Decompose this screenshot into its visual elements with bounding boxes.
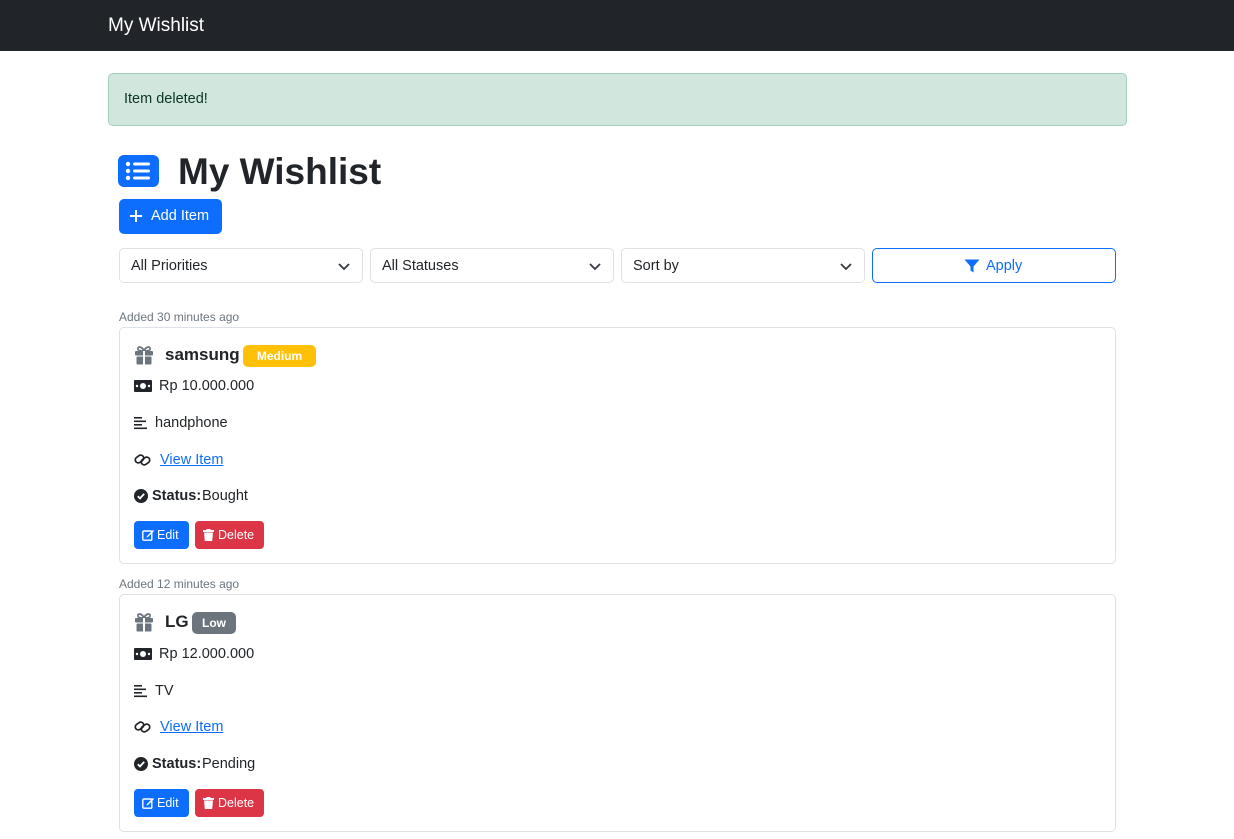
item-description: TV — [155, 683, 174, 699]
priority-filter-value: All Priorities — [131, 258, 208, 274]
item-status: Bought — [202, 488, 248, 504]
item-status: Pending — [202, 756, 256, 772]
edit-button[interactable]: Edit — [134, 521, 189, 549]
edit-icon — [142, 530, 154, 541]
status-filter-value: All Statuses — [382, 258, 459, 274]
plus-icon — [130, 210, 142, 222]
apply-filter-button[interactable]: Apply — [872, 248, 1116, 283]
chevron-down-icon — [840, 263, 852, 271]
priority-badge: Low — [192, 612, 236, 634]
edit-label: Edit — [157, 796, 179, 810]
success-alert: Item deleted! — [108, 73, 1127, 126]
apply-label: Apply — [986, 258, 1023, 274]
priority-filter-select[interactable]: All Priorities — [119, 248, 363, 283]
delete-button[interactable]: Delete — [195, 521, 264, 549]
trash-icon — [203, 797, 214, 809]
sort-select[interactable]: Sort by — [621, 248, 865, 283]
item-added-time: Added 12 minutes ago — [119, 577, 240, 591]
wishlist-item-card: LG Low Rp 12.000.000 TV View Item Status… — [119, 594, 1116, 832]
view-item-link[interactable]: View Item — [160, 452, 223, 469]
item-price: Rp 12.000.000 — [159, 646, 255, 662]
item-price: Rp 10.000.000 — [159, 378, 255, 394]
gift-icon — [135, 613, 153, 632]
edit-button[interactable]: Edit — [134, 789, 189, 817]
delete-label: Delete — [218, 796, 255, 810]
sort-value: Sort by — [633, 258, 679, 274]
text-align-icon — [134, 685, 147, 698]
item-added-time: Added 30 minutes ago — [119, 310, 240, 324]
trash-icon — [203, 529, 214, 541]
gift-icon — [135, 346, 153, 365]
status-label: Status: — [152, 488, 202, 504]
edit-label: Edit — [157, 528, 179, 542]
item-description: handphone — [155, 415, 228, 431]
priority-badge: Medium — [243, 345, 316, 367]
link-icon — [134, 721, 151, 733]
add-item-label: Add Item — [151, 208, 210, 224]
item-name: samsung — [165, 345, 240, 364]
filter-icon — [964, 259, 980, 273]
wishlist-item-card: samsung Medium Rp 10.000.000 handphone V… — [119, 327, 1116, 564]
check-circle-icon — [134, 489, 148, 503]
navbar: My Wishlist — [0, 0, 1234, 51]
page-title: My Wishlist — [178, 151, 382, 192]
money-icon — [134, 380, 152, 392]
delete-label: Delete — [218, 528, 255, 542]
link-icon — [134, 454, 151, 466]
chevron-down-icon — [338, 263, 350, 271]
status-filter-select[interactable]: All Statuses — [370, 248, 614, 283]
list-icon — [118, 155, 159, 187]
status-label: Status: — [152, 756, 202, 772]
text-align-icon — [134, 417, 147, 430]
money-icon — [134, 648, 152, 660]
navbar-brand[interactable]: My Wishlist — [108, 16, 204, 36]
chevron-down-icon — [589, 263, 601, 271]
edit-icon — [142, 798, 154, 809]
add-item-button[interactable]: Add Item — [119, 199, 222, 234]
item-name: LG — [165, 612, 189, 631]
check-circle-icon — [134, 757, 148, 771]
delete-button[interactable]: Delete — [195, 789, 264, 817]
view-item-link[interactable]: View Item — [160, 719, 223, 736]
